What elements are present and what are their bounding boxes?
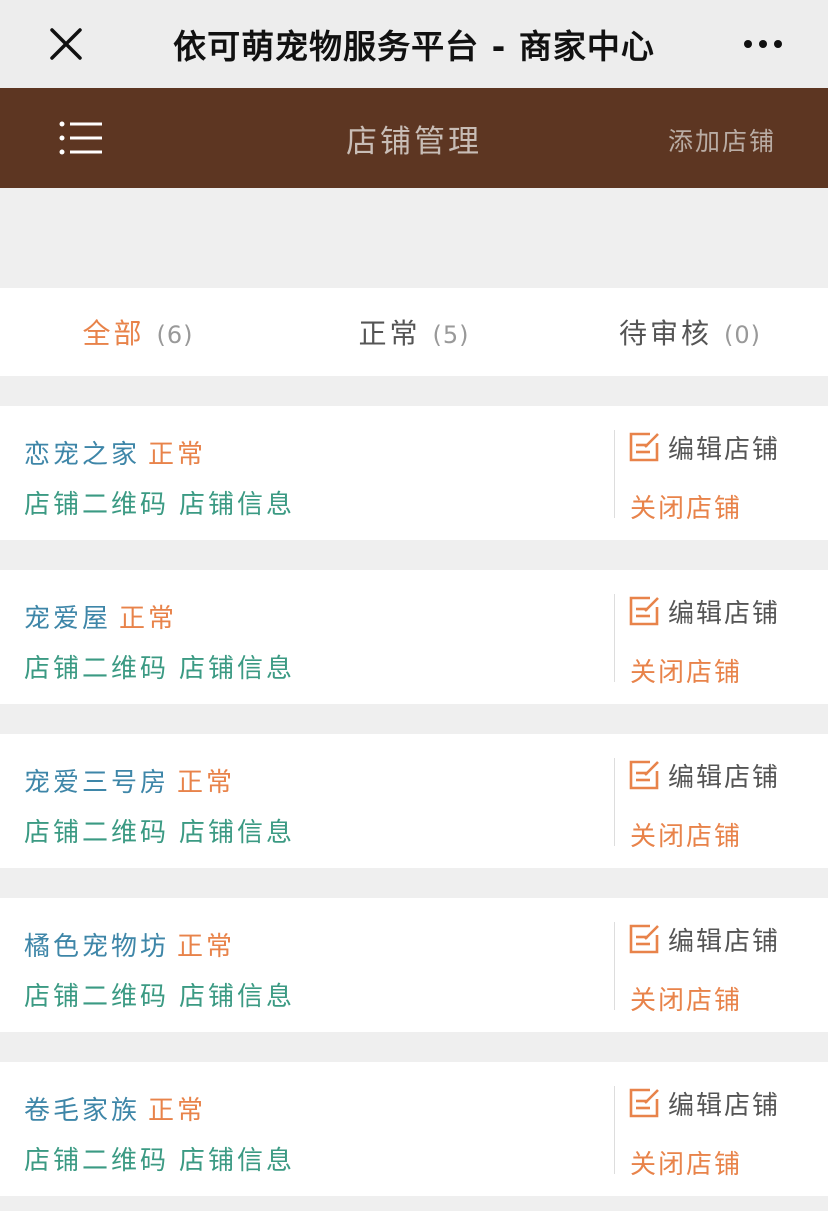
shop-info-link[interactable]: 店铺信息	[179, 818, 295, 848]
shop-qrcode-link[interactable]: 店铺二维码	[24, 654, 169, 684]
shop-name: 宠爱三号房	[24, 768, 170, 798]
shop-status-badge: 正常	[119, 604, 178, 634]
shop-card: 宠爱三号房 正常 店铺二维码 店铺信息 编辑店铺 关闭店铺	[0, 734, 828, 868]
shop-name: 宠爱屋	[24, 604, 112, 634]
tab-label: 全部	[82, 317, 145, 350]
tab-count: (6)	[156, 321, 194, 349]
shop-info-link[interactable]: 店铺信息	[179, 1146, 295, 1176]
shop-title-row: 宠爱三号房 正常	[24, 762, 235, 799]
shop-info-link[interactable]: 店铺信息	[179, 490, 295, 520]
wechat-page-title: 依可萌宠物服务平台 - 商家中心	[173, 27, 655, 66]
shop-qrcode-link[interactable]: 店铺二维码	[24, 982, 169, 1012]
menu-icon[interactable]	[58, 118, 110, 158]
shop-name: 卷毛家族	[24, 1096, 141, 1126]
spacer	[0, 188, 828, 288]
edit-icon	[629, 760, 659, 790]
edit-shop-label: 编辑店铺	[668, 762, 781, 793]
shop-name: 橘色宠物坊	[24, 932, 170, 962]
more-dots-icon[interactable]	[738, 30, 788, 58]
shop-name: 恋宠之家	[24, 440, 141, 470]
shop-card: 恋宠之家 正常 店铺二维码 店铺信息 编辑店铺 关闭店铺	[0, 406, 828, 540]
shop-title-row: 宠爱屋 正常	[24, 598, 177, 635]
shop-status-badge: 正常	[177, 932, 236, 962]
edit-shop-label: 编辑店铺	[668, 926, 781, 957]
shop-info-link[interactable]: 店铺信息	[179, 982, 295, 1012]
edit-icon	[629, 1088, 659, 1118]
tab-count: (5)	[432, 321, 470, 349]
shop-title-row: 卷毛家族 正常	[24, 1090, 206, 1127]
divider	[614, 594, 615, 682]
tab-normal[interactable]: 正常 (5)	[276, 312, 552, 352]
edit-icon	[629, 924, 659, 954]
tab-count: (0)	[723, 321, 761, 349]
shop-qrcode-link[interactable]: 店铺二维码	[24, 1146, 169, 1176]
add-shop-button[interactable]: 添加店铺	[668, 122, 776, 158]
shop-list: 恋宠之家 正常 店铺二维码 店铺信息 编辑店铺 关闭店铺 宠爱屋 正常 店铺二维码 店铺…	[0, 376, 828, 1196]
page-title: 店铺管理	[346, 123, 482, 160]
edit-icon	[629, 596, 659, 626]
shop-card: 宠爱屋 正常 店铺二维码 店铺信息 编辑店铺 关闭店铺	[0, 570, 828, 704]
edit-icon	[629, 432, 659, 462]
divider	[614, 1086, 615, 1174]
close-shop-button[interactable]: 关闭店铺	[630, 980, 742, 1017]
wechat-nav-bar: 依可萌宠物服务平台 - 商家中心	[0, 0, 828, 88]
tab-pending-review[interactable]: 待审核 (0)	[552, 312, 828, 352]
tab-all[interactable]: 全部 (6)	[0, 312, 276, 352]
shop-qrcode-link[interactable]: 店铺二维码	[24, 490, 169, 520]
edit-shop-label: 编辑店铺	[668, 598, 781, 629]
tab-label: 正常	[358, 317, 421, 350]
divider	[614, 758, 615, 846]
shop-links: 店铺二维码 店铺信息	[24, 976, 295, 1013]
edit-shop-button[interactable]: 编辑店铺	[628, 594, 781, 629]
edit-shop-button[interactable]: 编辑店铺	[628, 1086, 781, 1121]
shop-card: 卷毛家族 正常 店铺二维码 店铺信息 编辑店铺 关闭店铺	[0, 1062, 828, 1196]
shop-card: 橘色宠物坊 正常 店铺二维码 店铺信息 编辑店铺 关闭店铺	[0, 898, 828, 1032]
shop-info-link[interactable]: 店铺信息	[179, 654, 295, 684]
shop-links: 店铺二维码 店铺信息	[24, 484, 295, 521]
edit-shop-button[interactable]: 编辑店铺	[628, 922, 781, 957]
close-shop-button[interactable]: 关闭店铺	[630, 816, 742, 853]
divider	[614, 430, 615, 518]
shop-status-badge: 正常	[148, 1096, 207, 1126]
app-header: 店铺管理 添加店铺	[0, 88, 828, 188]
shop-status-badge: 正常	[177, 768, 236, 798]
status-tabs: 全部 (6) 正常 (5) 待审核 (0)	[0, 288, 828, 376]
shop-links: 店铺二维码 店铺信息	[24, 1140, 295, 1177]
edit-shop-label: 编辑店铺	[668, 434, 781, 465]
edit-shop-button[interactable]: 编辑店铺	[628, 758, 781, 793]
shop-links: 店铺二维码 店铺信息	[24, 648, 295, 685]
shop-status-badge: 正常	[148, 440, 207, 470]
edit-shop-button[interactable]: 编辑店铺	[628, 430, 781, 465]
close-shop-button[interactable]: 关闭店铺	[630, 488, 742, 525]
shop-title-row: 橘色宠物坊 正常	[24, 926, 235, 963]
tab-label: 待审核	[619, 317, 713, 350]
shop-title-row: 恋宠之家 正常	[24, 434, 206, 471]
shop-links: 店铺二维码 店铺信息	[24, 812, 295, 849]
close-icon[interactable]	[44, 22, 88, 66]
close-shop-button[interactable]: 关闭店铺	[630, 1144, 742, 1181]
close-shop-button[interactable]: 关闭店铺	[630, 652, 742, 689]
divider	[614, 922, 615, 1010]
shop-qrcode-link[interactable]: 店铺二维码	[24, 818, 169, 848]
edit-shop-label: 编辑店铺	[668, 1090, 781, 1121]
